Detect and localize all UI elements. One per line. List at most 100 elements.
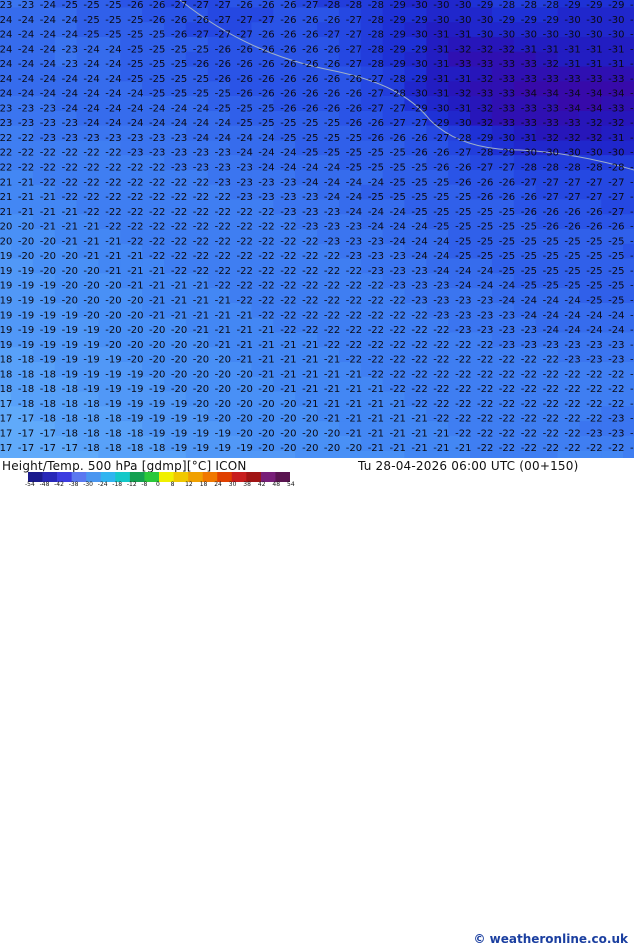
- legend-tick: -18: [112, 481, 123, 488]
- temperature-map[interactable]: -23-23-24-25-25-25-26-26-27-27-27-26-26-…: [0, 0, 634, 458]
- temperature-label: -23: [368, 251, 384, 262]
- temperature-label: -25: [411, 207, 427, 218]
- temperature-label: -20: [149, 355, 165, 366]
- temperature-label: -25: [324, 133, 340, 144]
- temperature-label: -20: [18, 236, 34, 247]
- temperature-label: -19: [193, 414, 209, 425]
- temperature-label: -24: [630, 325, 634, 336]
- temperature-label: -21: [411, 414, 427, 425]
- temperature-label: -19: [0, 325, 12, 336]
- temperature-label: -29: [433, 118, 449, 129]
- temperature-label: -25: [83, 0, 99, 11]
- temperature-label: -25: [586, 266, 602, 277]
- legend-tick: -30: [83, 481, 93, 488]
- temperature-label: -18: [18, 369, 34, 380]
- temperature-label: -33: [499, 59, 515, 70]
- temperature-label: -31: [564, 59, 580, 70]
- temperature-label: -25: [237, 118, 253, 129]
- temperature-label: -22: [390, 369, 406, 380]
- temperature-label: -26: [499, 177, 515, 188]
- temperature-label: -22: [368, 325, 384, 336]
- temperature-label: -22: [499, 414, 515, 425]
- temperature-label: -25: [630, 281, 634, 292]
- temperature-label: -26: [564, 207, 580, 218]
- temperature-label: -22: [237, 207, 253, 218]
- temperature-label: -22: [127, 163, 143, 174]
- temperature-label: -30: [543, 30, 559, 41]
- temperature-label: -22: [258, 281, 274, 292]
- temperature-label: -25: [390, 177, 406, 188]
- temperature-label: -22: [411, 310, 427, 321]
- temperature-label: -24: [40, 30, 56, 41]
- temperature-label: -23: [171, 133, 187, 144]
- temperature-label: -23: [302, 222, 318, 233]
- temperature-label: -21: [127, 266, 143, 277]
- temperature-label: -26: [586, 207, 602, 218]
- temperature-label: -30: [477, 30, 493, 41]
- temperature-label: -21: [280, 340, 296, 351]
- temperature-label: -21: [258, 325, 274, 336]
- temperature-label: -22: [521, 414, 537, 425]
- temperature-label: -32: [455, 89, 471, 100]
- temperature-label: -22: [83, 163, 99, 174]
- legend-tick: 18: [199, 481, 208, 488]
- temperature-label: -20: [215, 355, 231, 366]
- temperature-label: -23: [215, 148, 231, 159]
- temperature-label: -21: [215, 296, 231, 307]
- temperature-label: -24: [62, 103, 78, 114]
- temperature-label: -22: [608, 443, 624, 454]
- temperature-label: -31: [608, 44, 624, 55]
- temperature-label: -21: [302, 369, 318, 380]
- temperature-label: -24: [346, 192, 362, 203]
- temperature-label: -33: [521, 59, 537, 70]
- temperature-label: -18: [105, 414, 121, 425]
- temperature-label: -25: [455, 251, 471, 262]
- temperature-label: -25: [127, 44, 143, 55]
- legend-tick-labels: -54 -48 -42 -38 -30 -24 -18 -12 -8 0 8 12 18 24 30 38 42…: [25, 481, 298, 490]
- temperature-label: -21: [346, 414, 362, 425]
- temperature-label: -26: [258, 44, 274, 55]
- temperature-label: -30: [586, 30, 602, 41]
- temperature-label: -31: [586, 59, 602, 70]
- temperature-label: -30: [521, 148, 537, 159]
- temperature-label: -22: [521, 384, 537, 395]
- site-credit[interactable]: © weatheronline.co.uk: [473, 932, 628, 946]
- temperature-label: -25: [499, 251, 515, 262]
- temperature-label: -26: [258, 74, 274, 85]
- temperature-label: -20: [83, 296, 99, 307]
- temperature-label: -23: [521, 325, 537, 336]
- temperature-label: -26: [608, 222, 624, 233]
- temperature-label: -32: [586, 133, 602, 144]
- temperature-label: -22: [499, 399, 515, 410]
- map-canvas: -23-23-24-25-25-25-26-26-27-27-27-26-26-…: [0, 0, 634, 458]
- temperature-label: -22: [521, 443, 537, 454]
- temperature-label: -22: [193, 266, 209, 277]
- temperature-label: -19: [62, 369, 78, 380]
- temperature-label: -34: [564, 103, 580, 114]
- temperature-label: -22: [477, 340, 493, 351]
- temperature-label: -30: [521, 30, 537, 41]
- temperature-label: -26: [324, 44, 340, 55]
- temperature-label: -29: [390, 15, 406, 26]
- temperature-label: -24: [390, 236, 406, 247]
- temperature-label: -34: [630, 89, 634, 100]
- temperature-label: -20: [40, 266, 56, 277]
- legend-tick: 38: [243, 481, 251, 488]
- temperature-label: -24: [543, 325, 559, 336]
- temperature-label: -25: [477, 236, 493, 247]
- temperature-label: -21: [237, 310, 253, 321]
- temperature-label: -20: [127, 340, 143, 351]
- temperature-label: -20: [127, 355, 143, 366]
- temperature-label: -24: [62, 89, 78, 100]
- temperature-label: -21: [40, 192, 56, 203]
- temperature-label: -33: [543, 103, 559, 114]
- temperature-label: -22: [630, 384, 634, 395]
- temperature-label: -28: [346, 0, 362, 11]
- temperature-label: -19: [0, 266, 12, 277]
- temperature-label: -29: [390, 30, 406, 41]
- temperature-label: -24: [40, 89, 56, 100]
- temperature-label: -19: [83, 340, 99, 351]
- temperature-label: -27: [193, 0, 209, 11]
- temperature-label: -26: [302, 44, 318, 55]
- temperature-label: -23: [215, 163, 231, 174]
